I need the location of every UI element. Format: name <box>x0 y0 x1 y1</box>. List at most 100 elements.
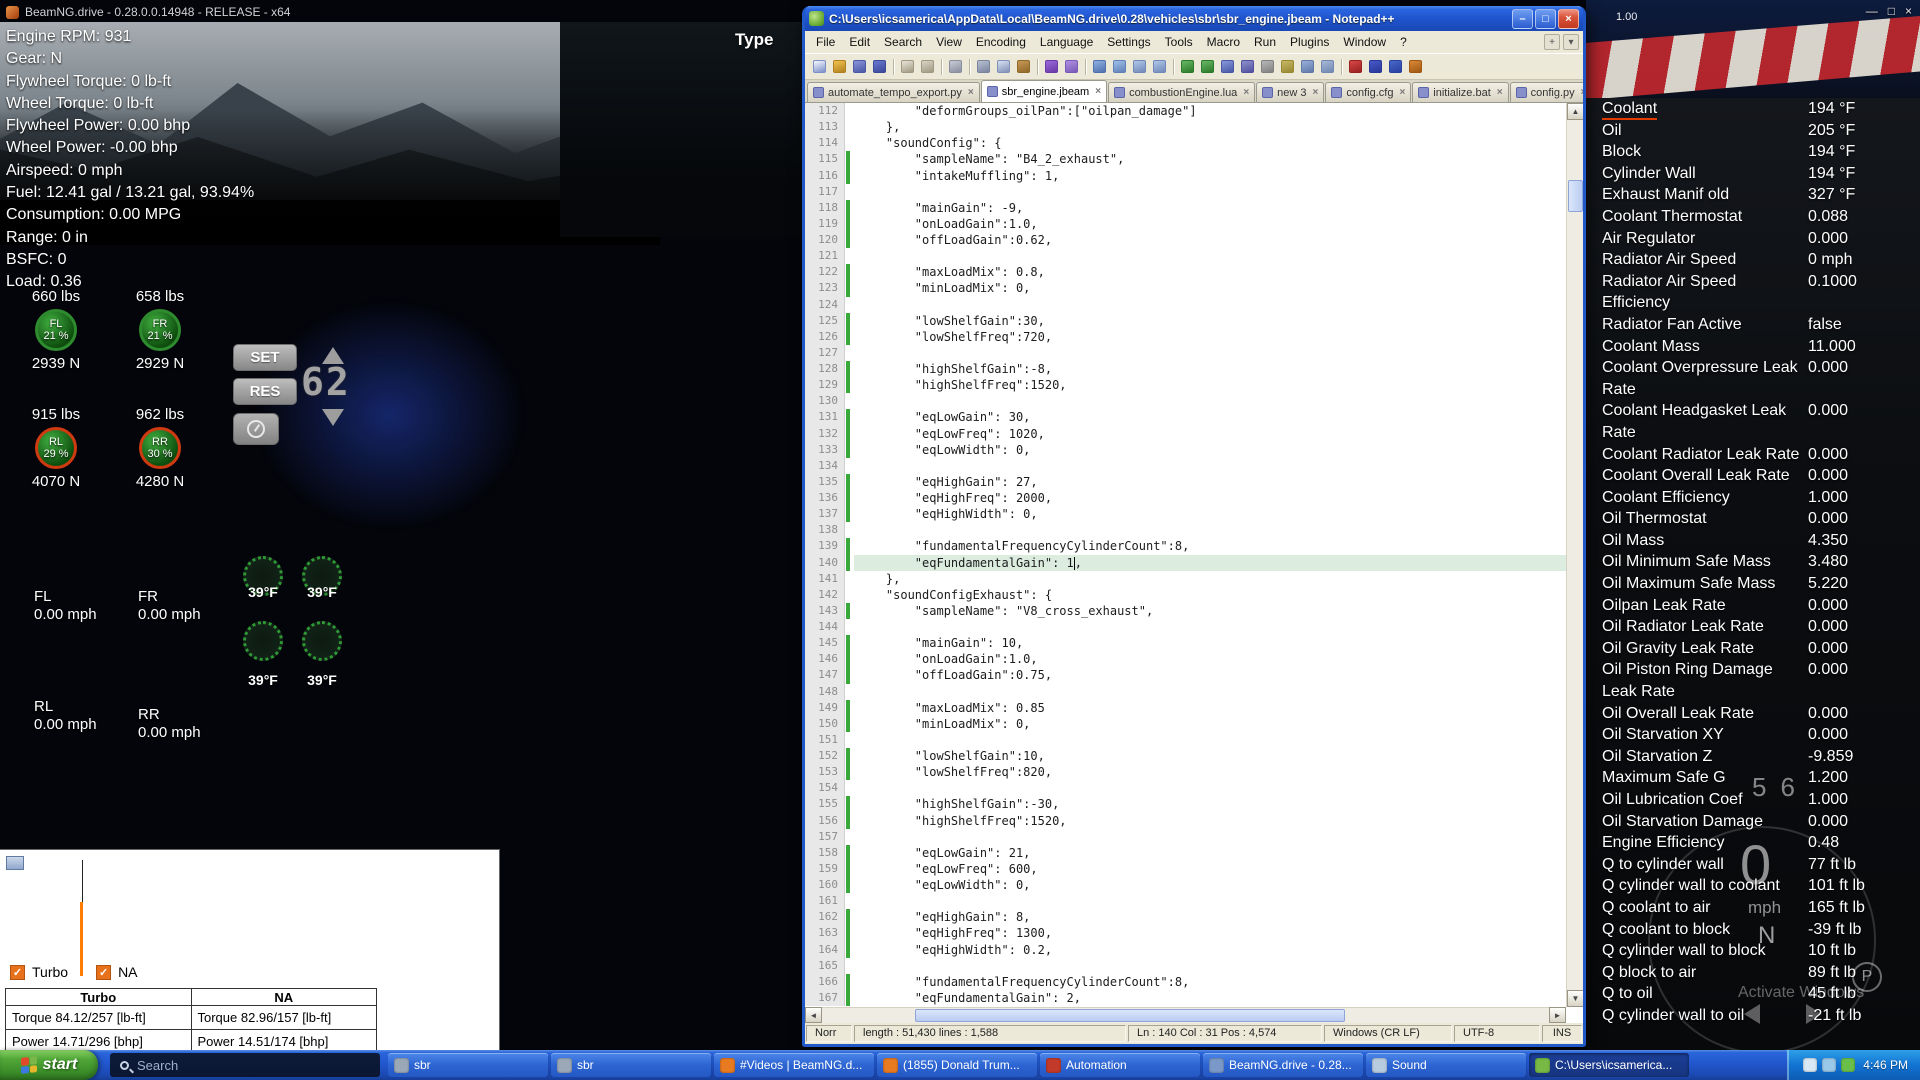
code-line[interactable]: 150 "minLoadMix": 0, <box>805 716 1566 732</box>
find-icon[interactable] <box>1090 57 1109 76</box>
taskbar-item[interactable]: (1855) Donald Trum... <box>877 1053 1037 1077</box>
close-all-icon[interactable] <box>918 57 937 76</box>
tab-close-icon[interactable]: × <box>1581 87 1583 98</box>
code-line[interactable]: 163 "eqHighFreq": 1300, <box>805 925 1566 941</box>
paste-icon[interactable] <box>1014 57 1033 76</box>
code-line[interactable]: 123 "minLoadMix": 0, <box>805 280 1566 296</box>
game-minimize-button[interactable]: — <box>1866 4 1878 18</box>
menu-search[interactable]: Search <box>877 33 929 51</box>
code-line[interactable]: 141 }, <box>805 571 1566 587</box>
code-line[interactable]: 161 <box>805 893 1566 909</box>
editor-lines[interactable]: 112 "deformGroups_oilPan":["oilpan_damag… <box>805 103 1566 1007</box>
horizontal-scroll-thumb[interactable] <box>915 1009 1345 1022</box>
code-line[interactable]: 149 "maxLoadMix": 0.85 <box>805 700 1566 716</box>
scroll-up-icon[interactable]: ▲ <box>1567 103 1583 120</box>
code-line[interactable]: 157 <box>805 829 1566 845</box>
cruise-decrease-icon[interactable] <box>322 409 344 426</box>
menu-settings[interactable]: Settings <box>1100 33 1157 51</box>
redo-icon[interactable] <box>1062 57 1081 76</box>
code-line[interactable]: 166 "fundamentalFrequencyCylinderCount":… <box>805 974 1566 990</box>
print-icon[interactable] <box>946 57 965 76</box>
checkbox-checked-icon[interactable]: ✓ <box>96 965 111 980</box>
code-line[interactable]: 154 <box>805 780 1566 796</box>
menu-edit[interactable]: Edit <box>842 33 877 51</box>
run-macro-multiple-icon[interactable] <box>1406 57 1425 76</box>
code-line[interactable]: 135 "eqHighGain": 27, <box>805 474 1566 490</box>
code-line[interactable]: 134 <box>805 458 1566 474</box>
code-line[interactable]: 160 "eqLowWidth": 0, <box>805 877 1566 893</box>
status-eol-format[interactable]: Windows (CR LF) <box>1324 1025 1452 1042</box>
code-line[interactable]: 132 "eqLowFreq": 1020, <box>805 426 1566 442</box>
taskbar-item[interactable]: Sound <box>1366 1053 1526 1077</box>
tab-close-icon[interactable]: × <box>1313 87 1319 98</box>
tab-config.cfg[interactable]: config.cfg× <box>1325 82 1411 102</box>
code-line[interactable]: 121 <box>805 248 1566 264</box>
menu-file[interactable]: File <box>809 33 842 51</box>
word-wrap-icon[interactable] <box>1218 57 1237 76</box>
code-line[interactable]: 151 <box>805 732 1566 748</box>
indent-guide-icon[interactable] <box>1258 57 1277 76</box>
notepad-titlebar[interactable]: C:\Users\icsamerica\AppData\Local\BeamNG… <box>805 6 1583 31</box>
close-file-icon[interactable] <box>898 57 917 76</box>
code-line[interactable]: 137 "eqHighWidth": 0, <box>805 506 1566 522</box>
chevron-down-icon[interactable]: ▾ <box>1563 34 1579 50</box>
horizontal-scrollbar[interactable]: ◄ ► <box>805 1007 1566 1023</box>
code-line[interactable]: 143 "sampleName": "V8_cross_exhaust", <box>805 603 1566 619</box>
volume-icon[interactable] <box>1803 1058 1817 1072</box>
shield-icon[interactable] <box>1841 1058 1855 1072</box>
code-line[interactable]: 147 "offLoadGain":0.75, <box>805 667 1566 683</box>
code-line[interactable]: 128 "highShelfGain":-8, <box>805 361 1566 377</box>
tab-close-icon[interactable]: × <box>1497 87 1503 98</box>
code-line[interactable]: 158 "eqLowGain": 21, <box>805 845 1566 861</box>
checkbox-checked-icon[interactable]: ✓ <box>10 965 25 980</box>
code-line[interactable]: 167 "eqFundamentalGain": 2, <box>805 990 1566 1006</box>
stop-macro-icon[interactable] <box>1366 57 1385 76</box>
taskbar-item[interactable]: #Videos | BeamNG.d... <box>714 1053 874 1077</box>
document-list-icon[interactable] <box>1318 57 1337 76</box>
menu-run[interactable]: Run <box>1247 33 1283 51</box>
document-map-icon[interactable] <box>1298 57 1317 76</box>
code-line[interactable]: 125 "lowShelfGain":30, <box>805 313 1566 329</box>
vertical-scrollbar[interactable]: ▲ ▼ <box>1566 103 1583 1007</box>
tab-combustionEngine.lua[interactable]: combustionEngine.lua× <box>1108 82 1255 102</box>
code-line[interactable]: 127 <box>805 345 1566 361</box>
code-line[interactable]: 153 "lowShelfFreq":820, <box>805 764 1566 780</box>
tab-config.py[interactable]: config.py× <box>1510 82 1583 102</box>
network-icon[interactable] <box>1822 1058 1836 1072</box>
sync-horizontal-icon[interactable] <box>1198 57 1217 76</box>
code-line[interactable]: 159 "eqLowFreq": 600, <box>805 861 1566 877</box>
taskbar-item[interactable]: sbr <box>551 1053 711 1077</box>
record-macro-icon[interactable] <box>1346 57 1365 76</box>
menu-help[interactable]: ? <box>1393 33 1414 51</box>
code-line[interactable]: 164 "eqHighWidth": 0.2, <box>805 942 1566 958</box>
code-line[interactable]: 155 "highShelfGain":-30, <box>805 796 1566 812</box>
play-macro-icon[interactable] <box>1386 57 1405 76</box>
undo-icon[interactable] <box>1042 57 1061 76</box>
function-list-icon[interactable] <box>1278 57 1297 76</box>
code-line[interactable]: 140 "eqFundamentalGain": 1, <box>805 555 1566 571</box>
sync-vertical-icon[interactable] <box>1178 57 1197 76</box>
zoom-in-icon[interactable] <box>1130 57 1149 76</box>
code-line[interactable]: 131 "eqLowGain": 30, <box>805 409 1566 425</box>
replace-icon[interactable] <box>1110 57 1129 76</box>
taskbar-search[interactable]: Search <box>110 1053 380 1077</box>
code-line[interactable]: 148 <box>805 684 1566 700</box>
tab-close-icon[interactable]: × <box>1095 86 1101 97</box>
tab-automate_tempo_export.py[interactable]: automate_tempo_export.py× <box>807 82 980 102</box>
code-line[interactable]: 139 "fundamentalFrequencyCylinderCount":… <box>805 538 1566 554</box>
code-line[interactable]: 156 "highShelfFreq":1520, <box>805 813 1566 829</box>
close-button[interactable]: × <box>1558 9 1579 29</box>
menu-plugins[interactable]: Plugins <box>1283 33 1336 51</box>
dyno-checkbox[interactable]: ✓Turbo <box>10 964 68 980</box>
code-line[interactable]: 165 <box>805 958 1566 974</box>
code-line[interactable]: 124 <box>805 297 1566 313</box>
vertical-scroll-thumb[interactable] <box>1568 180 1583 212</box>
code-line[interactable]: 152 "lowShelfGain":10, <box>805 748 1566 764</box>
code-line[interactable]: 120 "offLoadGain":0.62, <box>805 232 1566 248</box>
save-file-icon[interactable] <box>850 57 869 76</box>
taskbar-item[interactable]: BeamNG.drive - 0.28... <box>1203 1053 1363 1077</box>
tray-clock[interactable]: 4:46 PM <box>1863 1058 1908 1072</box>
menu-tools[interactable]: Tools <box>1158 33 1200 51</box>
maximize-button[interactable]: □ <box>1535 9 1556 29</box>
cruise-gauge-button[interactable] <box>233 413 279 445</box>
